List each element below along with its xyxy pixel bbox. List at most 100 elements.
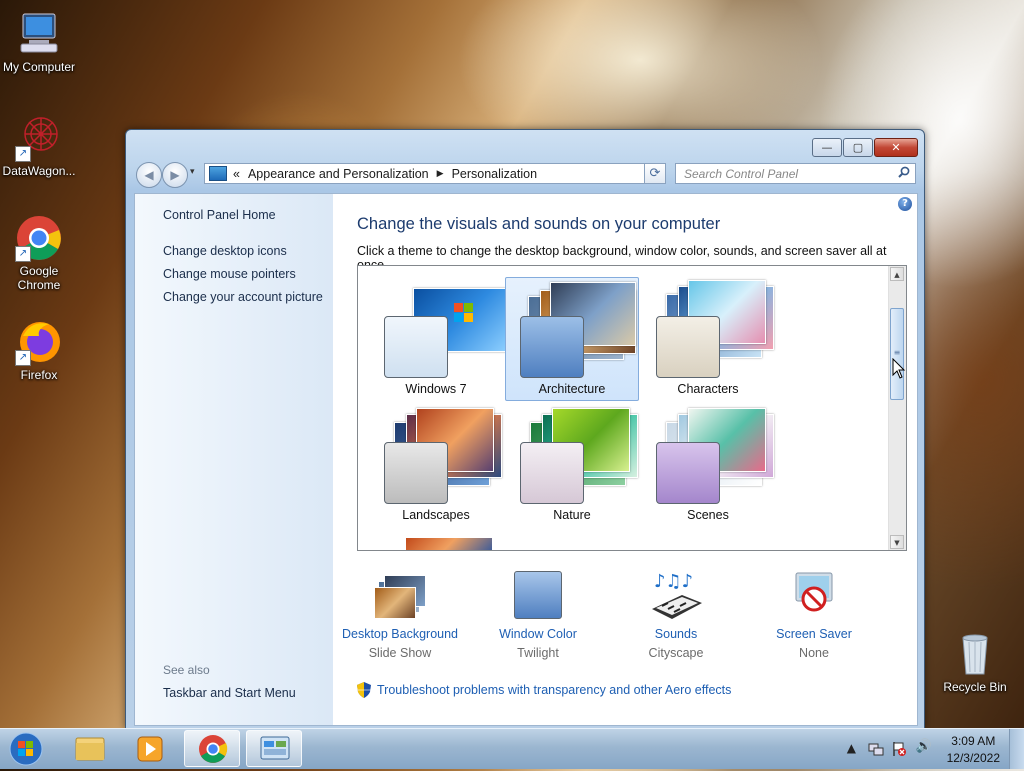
theme-name: Architecture [538,382,606,396]
theme-name: Nature [553,508,591,522]
firefox-icon: ↗ [15,318,63,366]
scroll-thumb[interactable]: ≡ [890,308,904,400]
sounds-icon: ♪♫♪ [646,569,706,621]
desktop-icon-datawagon[interactable]: ↗ DataWagon... [1,114,77,178]
troubleshoot-link-row[interactable]: Troubleshoot problems with transparency … [357,682,731,698]
breadcrumb-appearance[interactable]: Appearance and Personalization [248,167,429,181]
desktop-icon-label: DataWagon... [2,164,76,178]
back-button[interactable]: ◀ [136,162,162,188]
change-desktop-icons-link[interactable]: Change desktop icons [163,244,287,258]
taskbar-explorer-button[interactable] [62,730,118,767]
action-center-flag-icon[interactable] [891,741,907,757]
control-panel-icon [209,166,227,181]
desktop-background-setting[interactable]: Desktop Background Slide Show [335,569,465,660]
desktop-icon-label: Recycle Bin [943,680,1007,694]
change-account-picture-link[interactable]: Change your account picture [163,290,323,304]
control-panel-home-link[interactable]: Control Panel Home [163,208,276,222]
taskbar-media-player-button[interactable] [122,730,178,767]
desktop-icon-google-chrome[interactable]: ↗ Google Chrome [1,214,77,292]
desktop-background-link[interactable]: Desktop Background [335,627,465,641]
mouse-cursor-icon [892,358,906,379]
caption-buttons: — ▢ ✕ [811,138,918,157]
personalization-window: — ▢ ✕ ◀ ▶ ▾ « Appearance and Personaliza… [125,129,925,729]
search-input[interactable]: Search Control Panel [675,163,916,184]
scroll-up-button[interactable]: ▲ [890,267,904,281]
search-placeholder: Search Control Panel [684,167,799,181]
theme-name: Landscapes [402,508,470,522]
screen-saver-value: None [799,646,829,660]
theme-list-scrollbar[interactable]: ▲ ≡ ▼ [888,266,906,550]
desktop-icon-recycle-bin[interactable]: Recycle Bin [937,630,1013,694]
recent-pages-button[interactable]: ▾ [190,167,195,177]
screen-saver-icon [784,569,844,621]
breadcrumb-personalization[interactable]: Personalization [452,167,537,181]
taskbar-control-panel-button[interactable] [246,730,302,767]
see-also-header: See also [163,663,210,677]
network-icon[interactable] [868,741,884,757]
window-color-value: Twilight [517,646,559,660]
clock-date: 12/3/2022 [946,751,1000,765]
desktop-icon-my-computer[interactable]: My Computer [1,10,77,74]
show-desktop-button[interactable] [1009,729,1024,769]
architecture-color-swatch [520,316,584,378]
left-pane: Control Panel Home Change desktop icons … [135,194,333,725]
theme-scenes[interactable]: Scenes [641,403,775,527]
theme-windows-7[interactable]: Windows 7 [369,277,509,401]
change-mouse-pointers-link[interactable]: Change mouse pointers [163,267,296,281]
sounds-link[interactable]: Sounds [611,627,741,641]
chrome-icon: ↗ [15,214,63,262]
close-button[interactable]: ✕ [874,138,918,157]
shortcut-arrow-icon: ↗ [15,146,31,162]
media-player-icon [137,736,163,762]
search-icon[interactable] [898,166,910,181]
chrome-icon [199,735,228,763]
start-button[interactable] [4,730,48,768]
theme-landscapes[interactable]: Landscapes [369,403,503,527]
desktop-icon-firefox[interactable]: ↗ Firefox [1,318,77,382]
address-bar[interactable]: « Appearance and Personalization ▶ Perso… [204,163,666,184]
screen-saver-setting[interactable]: Screen Saver None [749,569,879,660]
screen-saver-link[interactable]: Screen Saver [749,627,879,641]
desktop-icon-label: My Computer [2,60,76,74]
window-color-setting[interactable]: Window Color Twilight [473,569,603,660]
navigation-bar: ◀ ▶ ▾ « Appearance and Personalization ▶… [134,161,916,188]
page-title: Change the visuals and sounds on your co… [357,215,721,233]
breadcrumb-separator-icon[interactable]: ▶ [437,168,444,179]
shortcut-arrow-icon: ↗ [15,246,31,262]
sounds-setting[interactable]: ♪♫♪ Sounds Cityscape [611,569,741,660]
maximize-button[interactable]: ▢ [843,138,873,157]
folder-icon [75,737,105,761]
minimize-button[interactable]: — [812,138,842,157]
volume-icon[interactable]: 🔊 [916,739,932,754]
theme-name: Windows 7 [405,382,467,396]
theme-characters[interactable]: Characters [641,277,775,401]
theme-list: Windows 7 Architecture Characters Landsc… [357,265,907,551]
desktop-icon-label: Google Chrome [17,264,61,292]
svg-text:♪♫♪: ♪♫♪ [654,571,693,592]
characters-color-swatch [656,316,720,378]
breadcrumb-overflow[interactable]: « [233,167,240,181]
refresh-button[interactable]: ⟳ [644,163,666,184]
datawagon-icon: ↗ [15,114,63,162]
show-hidden-icons-button[interactable]: ▲ [847,741,856,755]
theme-architecture[interactable]: Architecture [505,277,639,401]
computer-icon [15,10,63,58]
more-themes-thumb[interactable] [405,537,493,550]
desktop-background-value: Slide Show [368,646,432,660]
system-clock[interactable]: 3:09 AM 12/3/2022 [947,733,1000,767]
windows-7-color-swatch [384,316,448,378]
taskbar-chrome-button[interactable] [184,730,240,767]
theme-name: Scenes [687,508,729,522]
main-pane: ? Change the visuals and sounds on your … [333,194,917,725]
landscapes-color-swatch [384,442,448,504]
theme-nature[interactable]: Nature [505,403,639,527]
window-color-icon [508,569,568,621]
control-panel-icon [260,736,290,760]
taskbar-start-menu-link[interactable]: Taskbar and Start Menu [163,686,296,700]
scroll-down-button[interactable]: ▼ [890,535,904,549]
forward-button[interactable]: ▶ [162,162,188,188]
troubleshoot-link[interactable]: Troubleshoot problems with transparency … [377,683,731,697]
help-icon[interactable]: ? [898,197,912,211]
window-color-link[interactable]: Window Color [473,627,603,641]
uac-shield-icon [357,682,371,698]
